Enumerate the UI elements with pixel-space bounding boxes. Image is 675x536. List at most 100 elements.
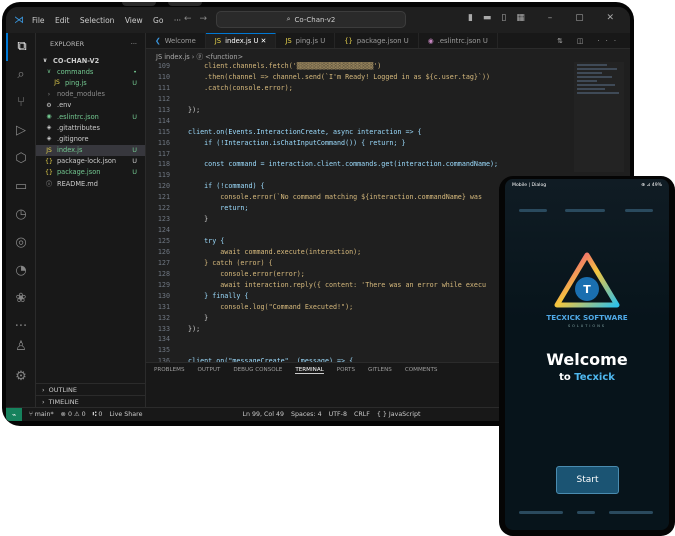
file-type-icon: › (47, 90, 51, 98)
source-control-icon[interactable]: ⑂ (6, 89, 36, 117)
welcome-subtitle: to Tecxick (505, 372, 669, 383)
tree-item[interactable]: JS ping.js U (36, 77, 145, 88)
line-number: 117 (157, 149, 170, 158)
extensions-icon[interactable]: ⬡ (6, 145, 36, 173)
status-branch[interactable]: main* (35, 411, 54, 418)
editor-tabs: ❮ Welcome JS index.js U ✕ JS ping.js U{} packa… (146, 33, 630, 49)
git-status-badge: U (132, 168, 137, 177)
status-language[interactable]: { } JavaScript (377, 411, 421, 418)
svg-text:T: T (583, 283, 591, 296)
editor-tab[interactable]: JS ping.js U (276, 33, 336, 48)
breadcrumb[interactable]: JS index.js › ⓟ <function> (146, 49, 630, 62)
explorer-icon[interactable]: ⧉ (6, 33, 36, 61)
line-number: 114 (157, 116, 170, 125)
menu-edit[interactable]: Edit (55, 16, 70, 25)
tree-item[interactable]: {} package.json U (36, 167, 145, 178)
git-status-badge: U (132, 146, 137, 155)
gitlens-icon[interactable]: ◔ (6, 257, 36, 285)
code-text: }); (180, 324, 201, 333)
code-text: .then(channel => channel.send(`I'm Ready… (180, 72, 491, 81)
minimap[interactable] (574, 62, 624, 172)
window-controls[interactable]: ▮▬▯▦ – ▢ ✕ (468, 13, 624, 23)
github-icon[interactable]: ◎ (6, 229, 36, 257)
tree-item-label: README.md (57, 179, 98, 188)
line-number: 119 (157, 171, 170, 180)
timeline-icon[interactable]: ◷ (6, 201, 36, 229)
menu-more[interactable]: ··· (174, 16, 181, 25)
code-text: }); (180, 105, 201, 114)
panel-tab[interactable]: PROBLEMS (154, 367, 185, 373)
database-icon[interactable]: ❀ (6, 285, 36, 313)
decor-bar (519, 511, 563, 514)
panel-tab[interactable]: DEBUG CONSOLE (233, 367, 282, 373)
code-line: 116 if (!Interaction.isChatInputCommand(… (146, 139, 566, 150)
explorer-root[interactable]: ∨ CO-CHAN-V2 (36, 55, 145, 66)
branch-icon: ⑂ (29, 411, 33, 418)
code-text: await interaction.reply({ content: 'Ther… (180, 280, 486, 289)
code-line: 115 client.on(Events.InteractionCreate, … (146, 128, 566, 139)
panel-tab[interactable]: GITLENS (368, 367, 392, 373)
line-number: 134 (157, 335, 170, 344)
panel-tab[interactable]: PORTS (337, 367, 355, 373)
timeline-section[interactable]: › TIMELINE (36, 395, 146, 407)
tree-item[interactable]: ∨ commands • (36, 66, 145, 77)
panel-tab[interactable]: OUTPUT (198, 367, 221, 373)
tab-file-icon: ❮ (155, 36, 161, 45)
start-button[interactable]: Start (556, 466, 619, 494)
status-errors[interactable]: ⊗ 0 ⚠ 0 (61, 411, 86, 418)
tree-item[interactable]: {} package-lock.json U (36, 156, 145, 167)
git-status-badge: • (133, 67, 137, 76)
remote-explorer-icon[interactable]: ▭ (6, 173, 36, 201)
tree-item-label: commands (57, 67, 94, 76)
file-type-icon: ◈ (46, 135, 52, 143)
tab-label: ping.js U (295, 36, 326, 45)
explorer-title: EXPLORER (50, 40, 85, 48)
tree-item[interactable]: ◉ .eslintrc.json U (36, 111, 145, 122)
status-encoding[interactable]: UTF-8 (329, 411, 347, 418)
panel-tab[interactable]: TERMINAL (295, 367, 324, 374)
minimap-line (577, 72, 602, 74)
settings-icon[interactable]: ⚙ (6, 363, 36, 391)
editor-tab[interactable]: ❮ Welcome (146, 33, 206, 48)
editor-tab[interactable]: {} package.json U (335, 33, 419, 48)
menu-go[interactable]: Go (153, 16, 163, 25)
editor-tab[interactable]: JS index.js U ✕ (205, 33, 277, 48)
tree-item[interactable]: ◈ .gitignore (36, 133, 145, 144)
status-spaces[interactable]: Spaces: 4 (291, 411, 322, 418)
code-text: console.log("Command Executed!"); (180, 302, 354, 311)
panel-tab[interactable]: COMMENTS (405, 367, 438, 373)
status-eol[interactable]: CRLF (354, 411, 370, 418)
status-position[interactable]: Ln 99, Col 49 (242, 411, 284, 418)
minimap-line (577, 68, 617, 70)
tree-item[interactable]: ⓘ README.md (36, 178, 145, 189)
menu-file[interactable]: File (32, 16, 45, 25)
tree-item[interactable]: JS index.js U (36, 144, 145, 156)
tree-item[interactable]: ⚙ .env (36, 100, 145, 111)
line-number: 120 (157, 182, 170, 191)
search-icon: ⌕ (286, 15, 291, 23)
tree-item[interactable]: ◈ .gitattributes (36, 122, 145, 133)
status-live-share[interactable]: Live Share (109, 411, 142, 418)
command-center[interactable]: ⌕ Co-Chan-v2 (216, 11, 406, 28)
tree-item-label: .eslintrc.json (57, 112, 99, 121)
nav-arrows-icon[interactable]: ←→ (184, 14, 215, 24)
code-line: 117 (146, 150, 566, 161)
line-number: 112 (157, 94, 170, 103)
tree-item[interactable]: › node_modules (36, 89, 145, 100)
status-ports[interactable]: ⑆ 0 (93, 411, 103, 418)
account-icon[interactable]: ♙ (6, 333, 36, 361)
menu-view[interactable]: View (125, 16, 143, 25)
menu-selection[interactable]: Selection (80, 16, 115, 25)
explorer-more-icon[interactable]: ··· (131, 40, 137, 48)
git-status-badge: U (132, 157, 137, 166)
line-number: 109 (157, 62, 170, 70)
editor-tab[interactable]: ◉ .eslintrc.json U (419, 33, 498, 48)
line-number: 132 (157, 313, 170, 322)
search-icon[interactable]: ⌕ (6, 61, 36, 89)
remote-icon[interactable]: ⌁ (6, 407, 22, 421)
line-number: 133 (157, 324, 170, 333)
run-debug-icon[interactable]: ▷ (6, 117, 36, 145)
line-number: 111 (157, 83, 170, 92)
outline-section[interactable]: › OUTLINE (36, 383, 146, 395)
editor-actions-icon[interactable]: ⇅ ◫ ··· (557, 33, 630, 48)
